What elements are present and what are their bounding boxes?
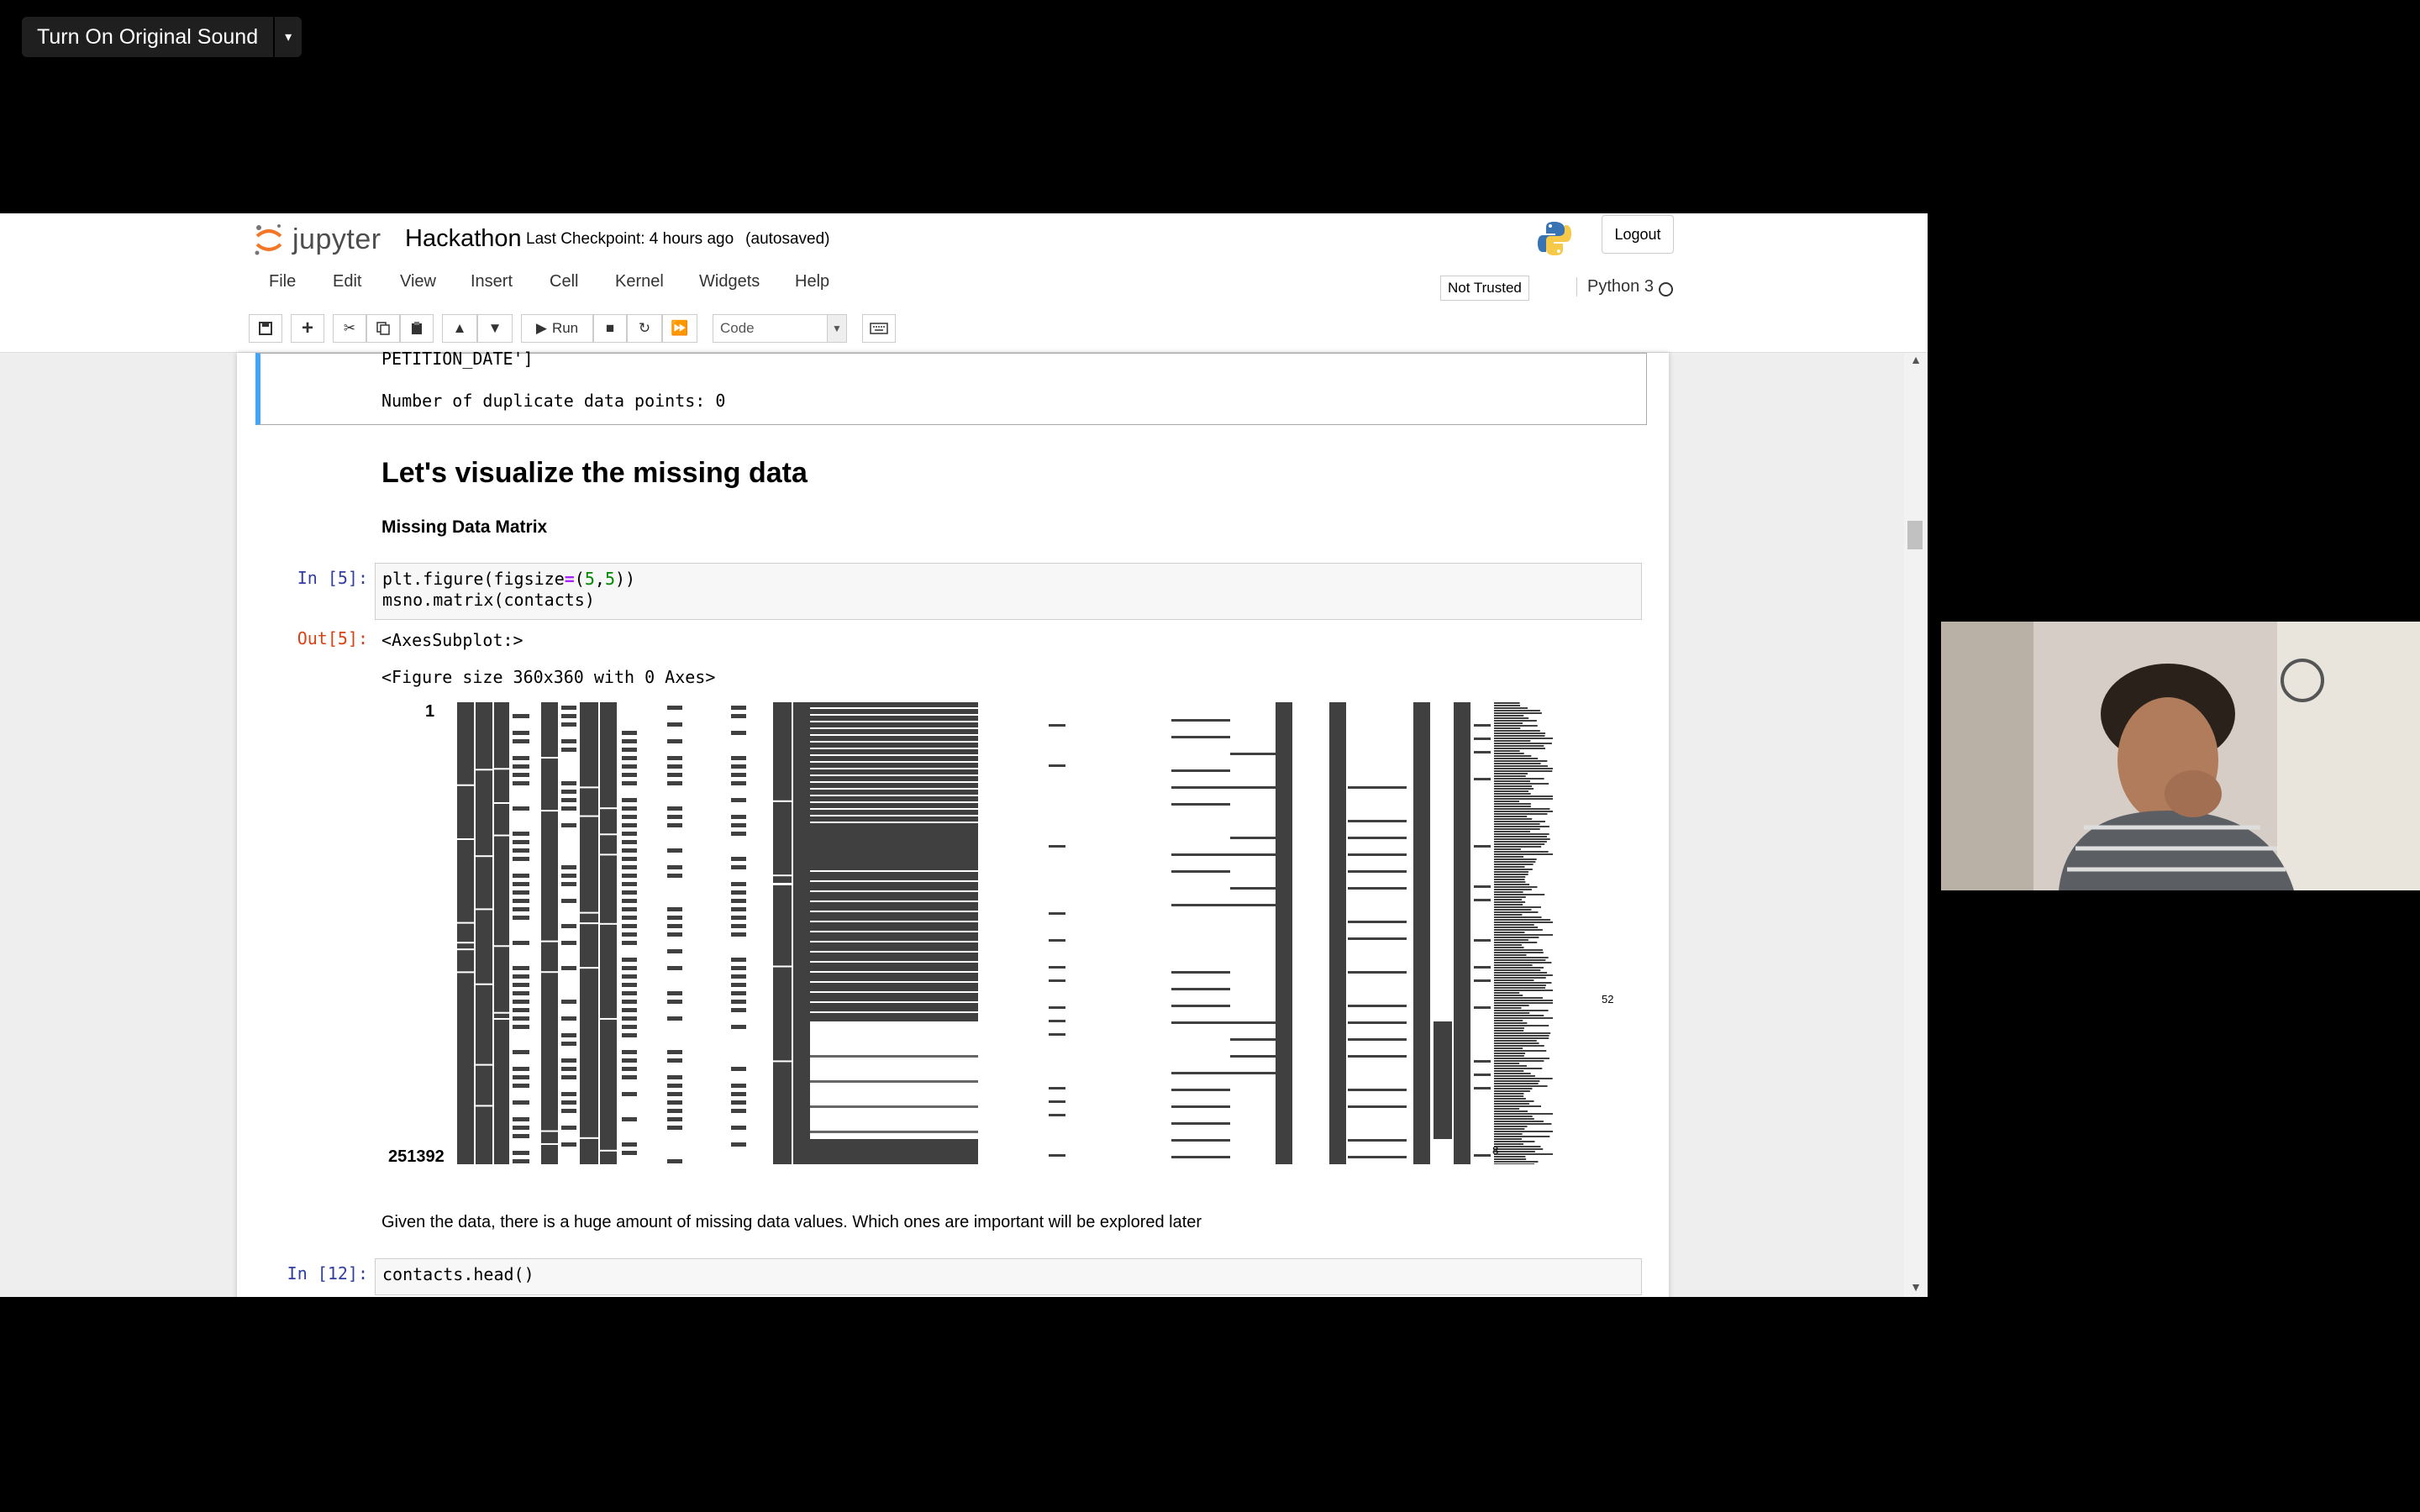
jupyter-logo-text: jupyter [292,223,381,255]
input-prompt: In [12]: [287,1263,368,1284]
scroll-down-arrow-icon[interactable]: ▼ [1904,1280,1928,1294]
output-text: <AxesSubplot:> [381,630,523,650]
run-label: Run [551,320,579,336]
stop-icon: ■ [605,320,615,336]
sound-button-label: Turn On Original Sound [37,24,259,49]
notebook-scrollbar[interactable]: ▲ ▼ [1904,353,1928,1297]
markdown-subheading: Missing Data Matrix [381,517,548,537]
turn-on-original-sound-button[interactable]: Turn On Original Sound ▾ [22,17,302,57]
run-button[interactable]: ▶ Run [521,314,593,343]
menu-help[interactable]: Help [795,272,829,291]
keyboard-icon [870,323,888,334]
paste-button[interactable] [400,314,434,343]
move-up-button[interactable]: ▲ [442,314,477,343]
code-cell-input[interactable]: contacts.head() [375,1258,1642,1295]
code-line: msno.matrix(contacts) [382,590,595,610]
participant-video-image [1941,622,2420,890]
refresh-icon: ↻ [638,320,651,336]
restart-run-all-button[interactable]: ⏩ [662,314,697,343]
move-down-button[interactable]: ▼ [477,314,513,343]
scroll-up-arrow-icon[interactable]: ▲ [1904,353,1928,366]
kernel-name: Python 3 [1576,277,1654,297]
arrow-up-icon: ▲ [452,320,467,336]
markdown-heading: Let's visualize the missing data [381,457,808,489]
code-line: contacts.head() [382,1264,534,1284]
selected-cell[interactable]: PETITION_DATE'] Number of duplicate data… [255,349,1647,425]
menu-widgets[interactable]: Widgets [699,272,760,291]
code-cell-input[interactable]: plt.figure(figsize=(5,5)) msno.matrix(co… [375,563,1642,620]
checkpoint-status: Last Checkpoint: 4 hours ago (autosaved) [526,230,830,249]
chevron-down-icon[interactable]: ▾ [273,17,302,57]
restart-button[interactable]: ↻ [627,314,662,343]
python-icon [1538,222,1571,255]
y-tick-bottom: 251392 [388,1147,445,1166]
menu-insert[interactable]: Insert [471,272,513,291]
jupyter-window: jupyter Hackathon Last Checkpoint: 4 hou… [0,213,1928,1297]
menu-cell[interactable]: Cell [550,272,578,291]
cell-type-select[interactable]: Code ▼ [713,314,847,343]
sparkline-max-label: 52 [1602,993,1614,1005]
output-text: Number of duplicate data points: 0 [381,391,726,411]
input-prompt: In [5]: [297,568,368,588]
scroll-thumb[interactable] [1907,521,1923,549]
logout-button[interactable]: Logout [1602,215,1674,254]
chevron-down-icon: ▼ [827,315,846,342]
notebook-header: jupyter Hackathon Last Checkpoint: 4 hou… [0,213,1928,353]
notebook-page: PETITION_DATE'] Number of duplicate data… [237,349,1669,1297]
cell-type-value: Code [720,320,755,336]
autosaved-text: (autosaved) [745,230,830,248]
command-palette-button[interactable] [862,314,896,343]
code-line: plt.figure(figsize=(5,5)) [382,569,636,589]
notebook-name[interactable]: Hackathon [405,225,522,253]
cut-button[interactable]: ✂ [333,314,366,343]
menu-kernel[interactable]: Kernel [615,272,664,291]
jupyter-logo[interactable]: jupyter [252,218,381,260]
menu-edit[interactable]: Edit [333,272,361,291]
markdown-text: Given the data, there is a huge amount o… [381,1213,1202,1231]
plus-icon: + [301,317,313,339]
kernel-idle-icon [1659,282,1673,297]
save-icon [259,322,272,335]
video-participant-thumbnail[interactable] [1941,622,2420,890]
save-button[interactable] [249,314,282,343]
output-text: PETITION_DATE'] [381,349,534,369]
arrow-down-icon: ▼ [487,320,502,336]
sparkline-min-label: 8 [1492,1144,1499,1157]
checkpoint-text: Last Checkpoint: 4 hours ago [526,230,734,248]
matrix-graphic [457,702,1553,1164]
not-trusted-button[interactable]: Not Trusted [1440,276,1529,301]
play-icon: ▶ [535,320,547,336]
fast-forward-icon: ⏩ [671,320,689,336]
insert-cell-button[interactable]: + [291,314,324,343]
jupyter-icon [255,224,282,255]
output-text: <Figure size 360x360 with 0 Axes> [381,667,716,687]
output-prompt: Out[5]: [297,628,368,648]
paste-icon [412,322,422,334]
scissors-icon: ✂ [343,320,356,336]
y-tick-top: 1 [425,702,435,721]
copy-button[interactable] [366,314,400,343]
menu-file[interactable]: File [269,272,296,291]
missing-data-matrix-plot: 1 251392 52 8 [381,702,1642,1173]
interrupt-button[interactable]: ■ [593,314,627,343]
copy-icon [376,322,390,335]
menu-view[interactable]: View [400,272,436,291]
